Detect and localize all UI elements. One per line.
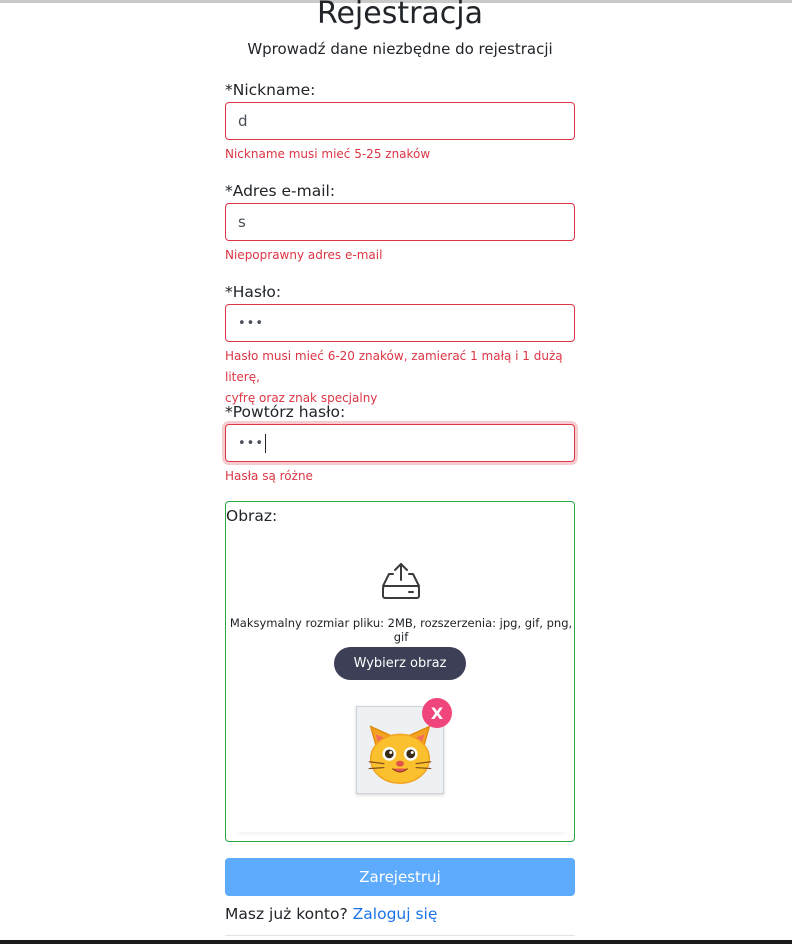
nickname-input[interactable]: d	[225, 102, 575, 140]
text-caret	[265, 433, 267, 453]
login-prompt-text: Masz już konto?	[225, 905, 348, 923]
taskbar-edge	[0, 940, 792, 944]
password-error: Hasło musi mieć 6-20 znaków, zamierać 1 …	[225, 346, 585, 409]
nickname-error: Nickname musi mieć 5-25 znaków	[225, 147, 431, 161]
password-repeat-label: *Powtórz hasło:	[225, 403, 346, 421]
preview-shadow	[234, 820, 568, 832]
password-value: •••	[238, 315, 265, 331]
register-button[interactable]: Zarejestruj	[225, 858, 575, 896]
email-label: *Adres e-mail:	[225, 182, 336, 200]
upload-info-text: Maksymalny rozmiar pliku: 2MB, rozszerze…	[229, 616, 573, 644]
image-dropzone[interactable]: Obraz: Maksymalny rozmiar pliku: 2MB, ro…	[225, 501, 575, 842]
password-repeat-value: •••	[238, 435, 265, 451]
password-repeat-error: Hasła są różne	[225, 469, 313, 483]
login-prompt: Masz już konto? Zaloguj się	[225, 905, 437, 923]
password-input[interactable]: •••	[225, 304, 575, 342]
nickname-value: d	[238, 112, 248, 130]
divider	[225, 935, 575, 936]
login-link[interactable]: Zaloguj się	[353, 905, 438, 923]
email-input[interactable]: s	[225, 203, 575, 241]
remove-image-button[interactable]: X	[422, 698, 452, 728]
password-repeat-input[interactable]: •••	[225, 424, 575, 462]
nickname-label: *Nickname:	[225, 81, 316, 99]
upload-tray-icon	[382, 563, 420, 599]
email-error: Niepoprawny adres e-mail	[225, 248, 383, 262]
page-title: Rejestracja	[316, 0, 484, 31]
password-error-line-1: Hasło musi mieć 6-20 znaków, zamierać 1 …	[225, 349, 563, 384]
email-value: s	[238, 213, 246, 231]
password-label: *Hasło:	[225, 283, 282, 301]
image-label: Obraz:	[226, 507, 278, 525]
choose-image-button[interactable]: Wybierz obraz	[334, 647, 466, 680]
page-subtitle: Wprowadź dane niezbędne do rejestracji	[247, 40, 553, 58]
